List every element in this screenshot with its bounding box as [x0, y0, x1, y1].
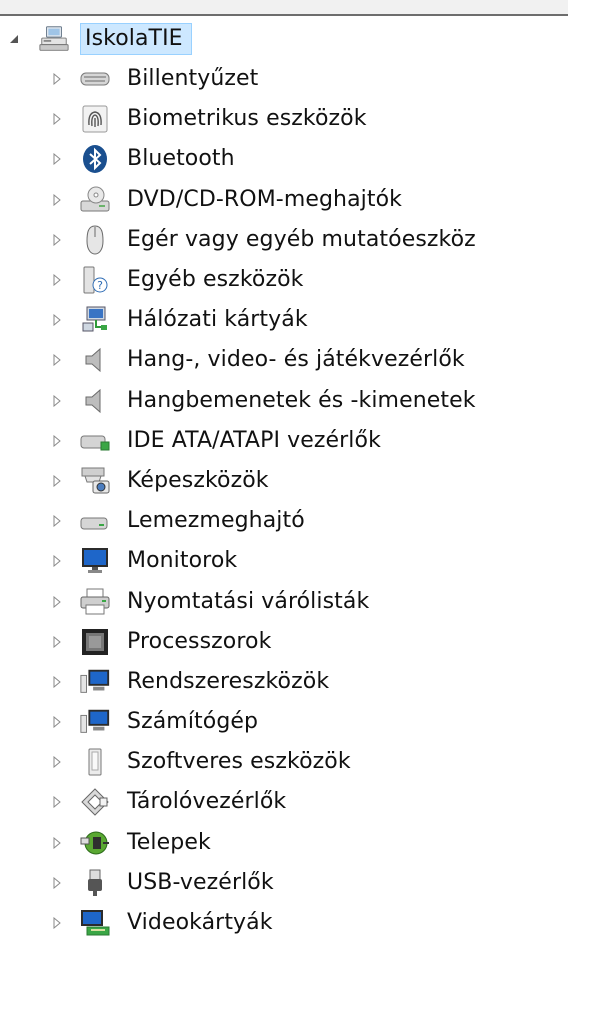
software-device-icon	[79, 746, 111, 778]
collapsed-arrow-icon[interactable]	[52, 555, 62, 568]
tree-node-label[interactable]: Biometrikus eszközök	[127, 106, 367, 132]
tree-node-speaker[interactable]: Hang-, video- és játékvezérlők	[0, 340, 595, 380]
tree-node-label[interactable]: Lemezmeghajtó	[127, 508, 305, 534]
tree-node-fingerprint[interactable]: Biometrikus eszközök	[0, 99, 595, 139]
disk-drive-icon	[79, 505, 111, 537]
tree-node-optical-drive[interactable]: DVD/CD-ROM-meghajtók	[0, 180, 595, 220]
collapsed-arrow-icon[interactable]	[52, 474, 62, 487]
collapsed-arrow-icon[interactable]	[52, 917, 62, 930]
tree-node-label[interactable]: Telepek	[127, 830, 211, 856]
tree-node-keyboard[interactable]: Billentyűzet	[0, 59, 595, 99]
collapsed-arrow-icon[interactable]	[52, 635, 62, 648]
collapsed-arrow-icon[interactable]	[52, 675, 62, 688]
collapsed-arrow-icon[interactable]	[52, 756, 62, 769]
tree-node-label[interactable]: Rendszereszközök	[127, 669, 329, 695]
tree-node-label[interactable]: Egyéb eszközök	[127, 267, 304, 293]
collapsed-arrow-icon[interactable]	[52, 876, 62, 889]
ide-controller-icon	[79, 425, 111, 457]
tree-node-unknown-device[interactable]: ? Egyéb eszközök	[0, 260, 595, 300]
battery-icon	[79, 827, 111, 859]
collapsed-arrow-icon[interactable]	[52, 233, 62, 246]
collapsed-arrow-icon[interactable]	[52, 314, 62, 327]
tree-node-label[interactable]: IDE ATA/ATAPI vezérlők	[127, 428, 381, 454]
usb-icon	[79, 867, 111, 899]
collapsed-arrow-icon[interactable]	[52, 394, 62, 407]
tree-node-label[interactable]: Szoftveres eszközök	[127, 749, 351, 775]
tree-node-computer[interactable]: Számítógép	[0, 702, 595, 742]
speaker-icon	[79, 344, 111, 376]
tree-node-label[interactable]: USB-vezérlők	[127, 870, 274, 896]
tree-node-label[interactable]: DVD/CD-ROM-meghajtók	[127, 187, 402, 213]
collapsed-arrow-icon[interactable]	[52, 354, 62, 367]
display-adapter-icon	[79, 907, 111, 939]
tree-node-label[interactable]: Hangbemenetek és -kimenetek	[127, 388, 476, 414]
mouse-icon	[79, 224, 111, 256]
collapsed-arrow-icon[interactable]	[52, 595, 62, 608]
tree-node-label[interactable]: Egér vagy egyéb mutatóeszköz	[127, 227, 476, 253]
tree-node-storage-controller[interactable]: Tárolóvezérlők	[0, 782, 595, 822]
tree-node-imaging-device[interactable]: Képeszközök	[0, 461, 595, 501]
collapsed-arrow-icon[interactable]	[52, 796, 62, 809]
collapsed-arrow-icon[interactable]	[52, 73, 62, 86]
svg-text:?: ?	[97, 279, 103, 292]
processor-icon	[79, 626, 111, 658]
tree-node-usb[interactable]: USB-vezérlők	[0, 863, 595, 903]
tree-node-printer[interactable]: Nyomtatási várólisták	[0, 581, 595, 621]
collapsed-arrow-icon[interactable]	[52, 274, 62, 287]
tree-root-node[interactable]: IskolaTIE	[0, 19, 595, 59]
tree-node-label[interactable]: Hang-, video- és játékvezérlők	[127, 347, 465, 373]
unknown-device-icon: ?	[79, 264, 111, 296]
tree-node-label[interactable]: Nyomtatási várólisták	[127, 589, 369, 615]
tree-node-label[interactable]: Számítógép	[127, 709, 258, 735]
tree-node-ide-controller[interactable]: IDE ATA/ATAPI vezérlők	[0, 421, 595, 461]
network-adapter-icon	[79, 304, 111, 336]
speaker-icon	[79, 385, 111, 417]
tree-node-speaker[interactable]: Hangbemenetek és -kimenetek	[0, 381, 595, 421]
tree-node-label[interactable]: Képeszközök	[127, 468, 269, 494]
tree-node-label[interactable]: Processzorok	[127, 629, 271, 655]
tree-node-label[interactable]: Bluetooth	[127, 146, 235, 172]
collapsed-arrow-icon[interactable]	[52, 193, 62, 206]
tree-node-label[interactable]: Hálózati kártyák	[127, 307, 308, 333]
tree-node-processor[interactable]: Processzorok	[0, 622, 595, 662]
tree-node-disk-drive[interactable]: Lemezmeghajtó	[0, 501, 595, 541]
tree-node-label[interactable]: Videokártyák	[127, 910, 273, 936]
printer-icon	[79, 586, 111, 618]
keyboard-icon	[79, 63, 111, 95]
storage-controller-icon	[79, 786, 111, 818]
tree-node-bluetooth[interactable]: Bluetooth	[0, 139, 595, 179]
tree-node-display-adapter[interactable]: Videokártyák	[0, 903, 595, 943]
tree-node-label[interactable]: Monitorok	[127, 548, 237, 574]
optical-drive-icon	[79, 184, 111, 216]
computer-icon	[79, 706, 111, 738]
imaging-device-icon	[79, 465, 111, 497]
tree-node-mouse[interactable]: Egér vagy egyéb mutatóeszköz	[0, 220, 595, 260]
collapsed-arrow-icon[interactable]	[52, 153, 62, 166]
tree-node-network-adapter[interactable]: Hálózati kártyák	[0, 300, 595, 340]
collapsed-arrow-icon[interactable]	[52, 716, 62, 729]
collapsed-arrow-icon[interactable]	[52, 515, 62, 528]
expanded-arrow-icon[interactable]	[9, 33, 19, 45]
tree-node-battery[interactable]: Telepek	[0, 823, 595, 863]
computer-network-icon	[38, 23, 70, 55]
fingerprint-icon	[79, 103, 111, 135]
bluetooth-icon	[79, 143, 111, 175]
root-node-label[interactable]: IskolaTIE	[80, 23, 192, 55]
window-top-strip	[0, 0, 568, 16]
tree-node-system-device[interactable]: Rendszereszközök	[0, 662, 595, 702]
device-tree: IskolaTIE Billentyűzet Biometrikus eszköz…	[0, 19, 595, 943]
collapsed-arrow-icon[interactable]	[52, 434, 62, 447]
collapsed-arrow-icon[interactable]	[52, 113, 62, 126]
system-device-icon	[79, 666, 111, 698]
tree-node-label[interactable]: Billentyűzet	[127, 66, 258, 92]
collapsed-arrow-icon[interactable]	[52, 836, 62, 849]
tree-node-software-device[interactable]: Szoftveres eszközök	[0, 742, 595, 782]
monitor-icon	[79, 545, 111, 577]
tree-node-monitor[interactable]: Monitorok	[0, 541, 595, 581]
tree-node-label[interactable]: Tárolóvezérlők	[127, 789, 286, 815]
